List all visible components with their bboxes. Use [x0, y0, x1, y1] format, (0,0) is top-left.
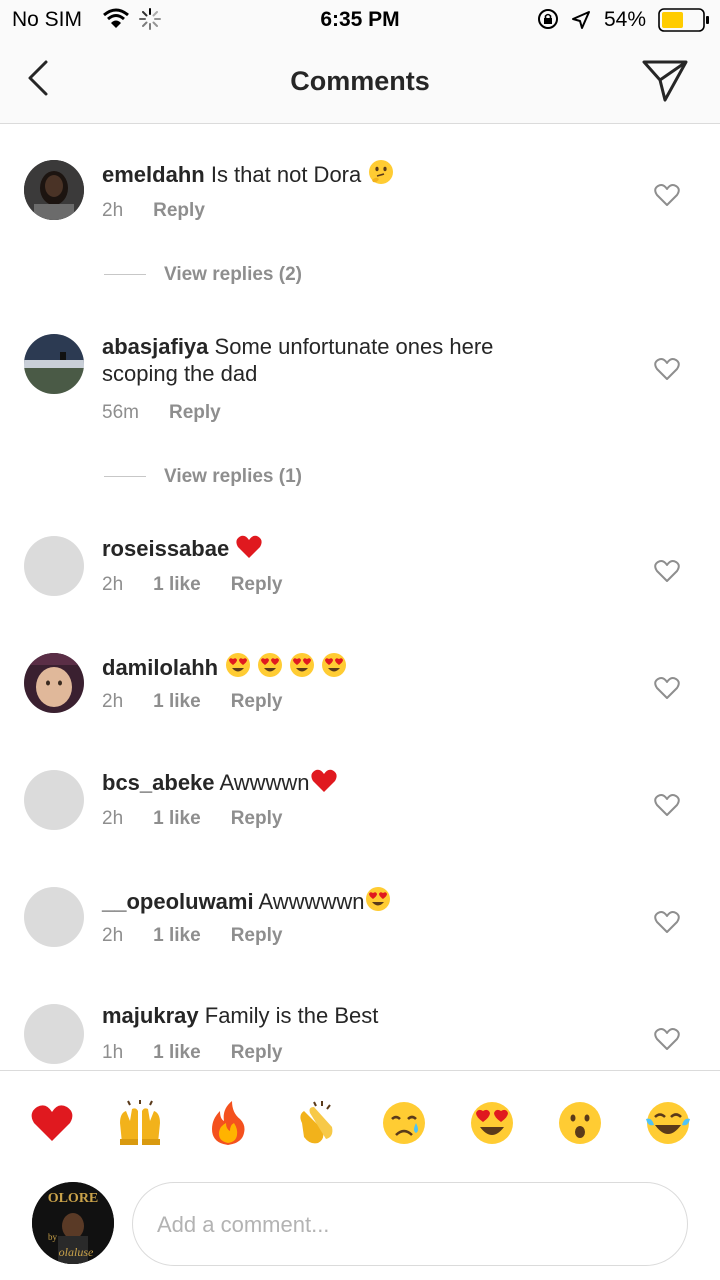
comment-meta: 1h 1 like Reply [102, 1042, 312, 1064]
avatar-script-text: olaluse [59, 1245, 94, 1259]
reply-button[interactable]: Reply [231, 925, 283, 947]
like-heart-icon[interactable] [654, 676, 680, 700]
comment-meta: 2h 1 like Reply [102, 691, 312, 713]
comment-text: roseissabae [102, 534, 572, 562]
avatar-logo-text: OLORE [48, 1191, 99, 1206]
like-count[interactable]: 1 like [153, 808, 201, 830]
reply-button[interactable]: Reply [231, 574, 283, 596]
heart-eyes-icon[interactable] [468, 1099, 516, 1147]
view-replies-label: View replies (1) [164, 466, 302, 487]
view-replies-link[interactable]: View replies (1) [104, 466, 302, 488]
comment-text: abasjafiya Some unfortunate ones here sc… [102, 333, 572, 387]
astonished-face-icon[interactable] [556, 1099, 604, 1147]
like-count[interactable]: 1 like [153, 1042, 201, 1064]
red-heart-icon[interactable] [28, 1099, 76, 1147]
red-heart-icon [236, 535, 262, 558]
crying-face-icon[interactable] [380, 1099, 428, 1147]
tears-of-joy-icon[interactable] [644, 1099, 692, 1147]
fire-icon[interactable] [204, 1099, 252, 1147]
comment-text: emeldahn Is that not Dora [102, 158, 572, 188]
comment-meta: 2h 1 like Reply [102, 808, 312, 830]
comment-time: 1h [102, 1042, 124, 1063]
like-heart-icon[interactable] [654, 559, 680, 583]
comment-meta: 2h 1 like Reply [102, 925, 312, 947]
comment-list[interactable]: emeldahn Is that not Dora 2h Reply View r… [0, 124, 720, 1070]
comment-time: 2h [102, 574, 124, 595]
battery-percent: 54% [604, 8, 647, 31]
comment-body: Awwwwn [219, 770, 310, 795]
comment-username[interactable]: abasjafiya [102, 334, 208, 359]
like-heart-icon[interactable] [654, 910, 680, 934]
avatar[interactable] [24, 536, 84, 596]
comment-text: bcs_abeke Awwwwn [102, 768, 572, 796]
divider-line [104, 476, 146, 478]
avatar[interactable] [24, 887, 84, 947]
divider-line [104, 274, 146, 276]
send-paper-plane-icon[interactable] [640, 56, 690, 104]
comment-username[interactable]: damilolahh [102, 655, 218, 680]
view-replies-link[interactable]: View replies (2) [104, 264, 302, 286]
reply-button[interactable]: Reply [169, 402, 221, 424]
avatar[interactable] [24, 653, 84, 713]
clapping-hands-icon[interactable] [292, 1099, 340, 1147]
comment-username[interactable]: roseissabae [102, 536, 229, 561]
avatar[interactable] [24, 334, 84, 394]
comment-input-row: OLORE by olaluse [0, 1170, 720, 1280]
comment-meta: 2h Reply [102, 200, 235, 222]
like-count[interactable]: 1 like [153, 925, 201, 947]
avatar[interactable] [24, 160, 84, 220]
comment-input[interactable] [157, 1205, 657, 1245]
raising-hands-icon[interactable] [116, 1099, 164, 1147]
reply-button[interactable]: Reply [231, 691, 283, 713]
comment-body: Family is the Best [204, 1003, 379, 1028]
like-heart-icon[interactable] [654, 1027, 680, 1051]
reply-button[interactable]: Reply [153, 200, 205, 222]
comment-time: 2h [102, 925, 124, 946]
comment-body: Awwwwwn [258, 889, 365, 914]
comment-username[interactable]: bcs_abeke [102, 770, 215, 795]
reply-button[interactable]: Reply [231, 1042, 283, 1064]
comment-username[interactable]: emeldahn [102, 162, 205, 187]
avatar-by-text: by [48, 1232, 58, 1242]
like-heart-icon[interactable] [654, 183, 680, 207]
my-avatar[interactable]: OLORE by olaluse [32, 1182, 114, 1264]
comment-time: 56m [102, 402, 139, 423]
like-heart-icon[interactable] [654, 357, 680, 381]
comment-meta: 56m Reply [102, 402, 251, 424]
comment-time: 2h [102, 200, 124, 221]
thinking-face-icon [369, 160, 394, 184]
view-replies-label: View replies (2) [164, 264, 302, 285]
location-arrow-icon [572, 11, 590, 29]
comment-username[interactable]: majukray [102, 1003, 199, 1028]
comment-time: 2h [102, 808, 124, 829]
comment-username[interactable]: __opeoluwami [102, 889, 254, 914]
orientation-lock-icon [538, 9, 558, 29]
status-bar: No SIM 6:35 PM 54% [0, 0, 720, 40]
comment-body: Is that not Dora [210, 162, 362, 187]
like-count[interactable]: 1 like [153, 691, 201, 713]
reply-button[interactable]: Reply [231, 808, 283, 830]
heart-eyes-icon [226, 653, 347, 677]
comment-meta: 2h 1 like Reply [102, 574, 312, 596]
emoji-quick-bar [0, 1070, 720, 1170]
like-heart-icon[interactable] [654, 793, 680, 817]
battery-icon [658, 8, 709, 32]
avatar[interactable] [24, 770, 84, 830]
page-title: Comments [290, 66, 430, 96]
comment-text: majukray Family is the Best [102, 1002, 572, 1029]
comment-text: __opeoluwami Awwwwwn [102, 885, 572, 915]
nav-bar: Comments [0, 40, 720, 124]
heart-eyes-icon [366, 887, 391, 911]
avatar[interactable] [24, 1004, 84, 1064]
comment-input-container[interactable] [132, 1182, 688, 1266]
comment-time: 2h [102, 691, 124, 712]
like-count[interactable]: 1 like [153, 574, 201, 596]
comment-text: damilolahh [102, 651, 572, 681]
red-heart-icon [310, 769, 337, 792]
